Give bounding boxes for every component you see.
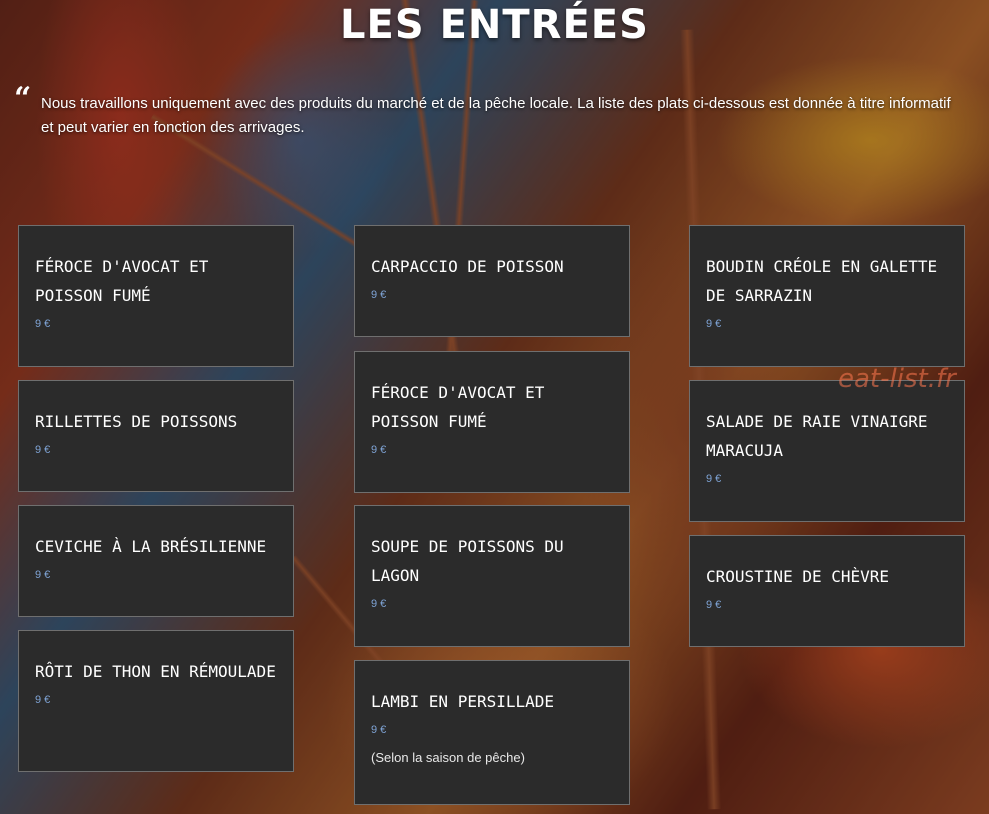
watermark-text: eat-list.fr <box>838 364 956 394</box>
dish-name: CARPACCIO DE POISSON <box>371 257 564 276</box>
dish-note: (Selon la saison de pêche) <box>371 750 525 765</box>
dish-name: SOUPE DE POISSONS DU LAGON <box>371 537 564 585</box>
dish-name: RÔTI DE THON EN RÉMOULADE <box>35 662 276 681</box>
dish-name: CROUSTINE DE CHÈVRE <box>706 567 890 586</box>
menu-card: SOUPE DE POISSONS DU LAGON 9 € <box>354 505 630 647</box>
dish-name: FÉROCE D'AVOCAT ET POISSON FUMÉ <box>371 383 545 431</box>
menu-card: CEVICHE À LA BRÉSILIENNE 9 € <box>18 505 294 617</box>
dish-price: 9 € <box>35 318 51 330</box>
menu-card: RILLETTES DE POISSONS 9 € <box>18 380 294 492</box>
dish-price: 9 € <box>706 473 722 485</box>
dish-price: 9 € <box>706 318 722 330</box>
dish-price: 9 € <box>35 444 51 456</box>
menu-card: FÉROCE D'AVOCAT ET POISSON FUMÉ 9 € <box>354 351 630 493</box>
menu-card: SALADE DE RAIE VINAIGRE MARACUJA 9 € <box>689 380 965 522</box>
dish-price: 9 € <box>371 598 387 610</box>
dish-name: FÉROCE D'AVOCAT ET POISSON FUMÉ <box>35 257 209 305</box>
menu-card: LAMBI EN PERSILLADE 9 € (Selon la saison… <box>354 660 630 805</box>
intro-text: Nous travaillons uniquement avec des pro… <box>41 95 951 136</box>
intro-quote: “ Nous travaillons uniquement avec des p… <box>14 81 954 140</box>
menu-card: RÔTI DE THON EN RÉMOULADE 9 € <box>18 630 294 772</box>
dish-price: 9 € <box>35 694 51 706</box>
page-title: LES ENTRÉES <box>340 2 649 48</box>
dish-name: CEVICHE À LA BRÉSILIENNE <box>35 537 267 556</box>
dish-price: 9 € <box>371 724 387 736</box>
dish-name: SALADE DE RAIE VINAIGRE MARACUJA <box>706 412 928 460</box>
dish-price: 9 € <box>371 289 387 301</box>
quote-icon: “ <box>14 81 32 116</box>
dish-name: BOUDIN CRÉOLE EN GALETTE DE SARRAZIN <box>706 257 938 305</box>
menu-card: CARPACCIO DE POISSON 9 € <box>354 225 630 337</box>
dish-price: 9 € <box>371 444 387 456</box>
dish-name: LAMBI EN PERSILLADE <box>371 692 555 711</box>
menu-card: CROUSTINE DE CHÈVRE 9 € <box>689 535 965 647</box>
dish-price: 9 € <box>35 569 51 581</box>
menu-card: FÉROCE D'AVOCAT ET POISSON FUMÉ 9 € <box>18 225 294 367</box>
menu-card: BOUDIN CRÉOLE EN GALETTE DE SARRAZIN 9 € <box>689 225 965 367</box>
dish-price: 9 € <box>706 599 722 611</box>
dish-name: RILLETTES DE POISSONS <box>35 412 238 431</box>
